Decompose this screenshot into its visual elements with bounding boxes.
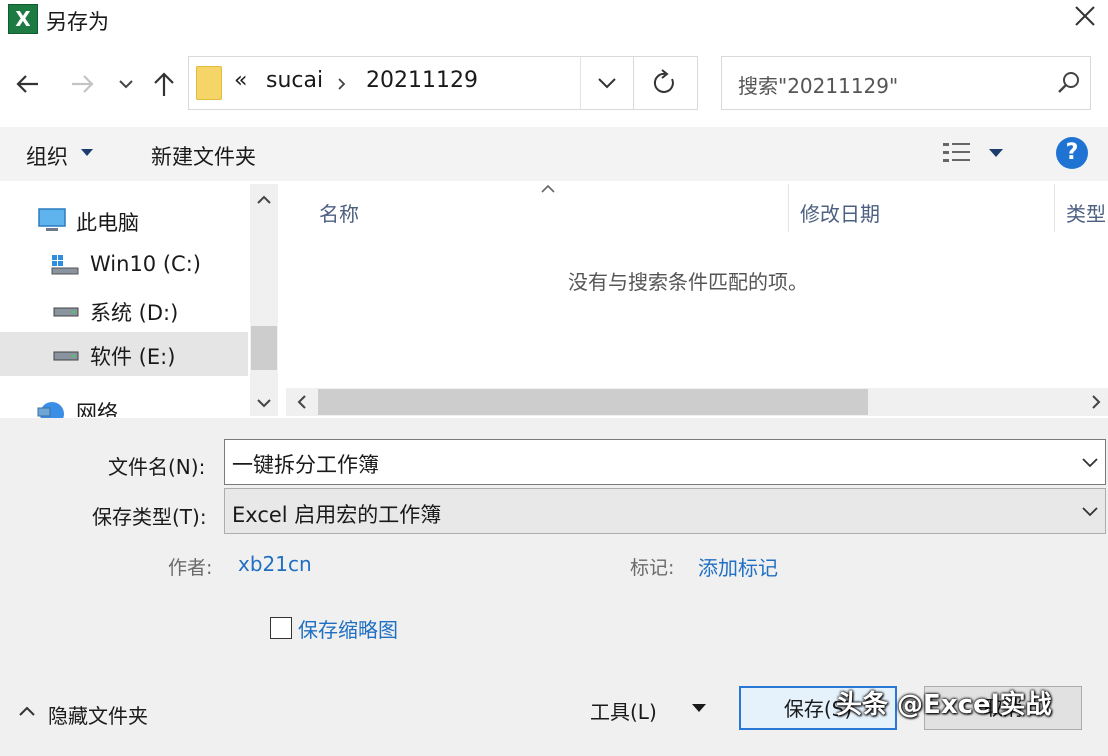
- chevron-right-icon: [1092, 395, 1101, 409]
- navigation-pane-scrollbar[interactable]: [250, 184, 278, 416]
- drive-icon: [52, 346, 80, 364]
- close-icon: [1075, 6, 1095, 26]
- scroll-down-button[interactable]: [254, 393, 274, 413]
- hide-folders-button[interactable]: 隐藏文件夹: [48, 700, 148, 729]
- close-button[interactable]: [1062, 0, 1108, 36]
- column-separator[interactable]: [788, 184, 789, 232]
- chevron-up-icon: [541, 184, 555, 193]
- window-title: 另存为: [46, 10, 109, 34]
- arrow-right-icon: [72, 75, 94, 93]
- tree-item-this-pc[interactable]: 此电脑: [76, 207, 139, 237]
- up-button[interactable]: [148, 66, 180, 102]
- tree-item-network[interactable]: 网络: [76, 397, 118, 417]
- title-bar: [0, 0, 1108, 40]
- hide-folders-toggle[interactable]: [16, 702, 38, 720]
- tools-dropdown-arrow[interactable]: [688, 700, 710, 716]
- excel-app-icon: X: [8, 4, 38, 34]
- navigation-scroll-thumb[interactable]: [251, 326, 277, 370]
- help-button[interactable]: ?: [1056, 137, 1088, 169]
- scroll-left-button[interactable]: [292, 392, 312, 412]
- chevron-up-icon: [19, 706, 35, 716]
- chevron-down-icon: [257, 399, 271, 408]
- search-icon[interactable]: [1052, 66, 1086, 100]
- organize-dropdown-arrow[interactable]: [78, 146, 96, 160]
- filetype-dropdown-button[interactable]: [1078, 499, 1102, 523]
- chevron-up-icon: [257, 195, 271, 204]
- arrow-up-icon: [154, 72, 174, 96]
- column-header-name[interactable]: 名称: [319, 198, 359, 227]
- filename-label: 文件名(N):: [108, 455, 206, 479]
- sort-ascending-indicator: [538, 182, 558, 196]
- filetype-value[interactable]: Excel 启用宏的工作簿: [232, 499, 441, 529]
- chevron-down-icon: [119, 80, 133, 89]
- author-label: 作者:: [168, 557, 213, 579]
- filetype-label: 保存类型(T):: [92, 505, 207, 529]
- chevron-left-icon: [297, 395, 306, 409]
- chevron-down-icon: [598, 78, 616, 89]
- chevron-down-icon: [1082, 507, 1098, 517]
- new-folder-button[interactable]: 新建文件夹: [151, 141, 256, 171]
- organize-menu[interactable]: 组织: [26, 141, 68, 171]
- tree-item-drive-c[interactable]: Win10 (C:): [90, 252, 201, 276]
- column-header-type[interactable]: 类型: [1066, 198, 1108, 227]
- caret-down-icon: [692, 704, 706, 712]
- filename-value[interactable]: 一键拆分工作簿: [232, 449, 379, 479]
- address-dropdown-button[interactable]: [580, 56, 634, 110]
- save-thumbnail-label[interactable]: 保存缩略图: [298, 614, 398, 643]
- windows-drive-icon: [50, 253, 80, 277]
- recent-locations-button[interactable]: [114, 72, 138, 96]
- chevron-down-icon: [1082, 458, 1098, 468]
- chevron-right-icon: [338, 78, 346, 90]
- breadcrumb-20211129[interactable]: 20211129: [366, 68, 478, 93]
- filename-dropdown-button[interactable]: [1078, 450, 1102, 474]
- breadcrumb-sucai[interactable]: sucai: [266, 68, 323, 93]
- tags-label: 标记:: [630, 557, 675, 579]
- column-separator[interactable]: [1054, 184, 1055, 232]
- empty-results-message: 没有与搜索条件匹配的项。: [568, 270, 808, 294]
- details-view-icon: [943, 143, 970, 162]
- author-value[interactable]: xb21cn: [238, 552, 312, 576]
- back-button[interactable]: [12, 68, 44, 100]
- search-input[interactable]: 搜索"20211129": [738, 70, 898, 99]
- drive-icon: [52, 302, 80, 320]
- caret-down-icon: [989, 149, 1003, 157]
- network-icon: [34, 396, 68, 418]
- breadcrumb-separator: [334, 72, 350, 96]
- view-options-button[interactable]: [940, 140, 974, 166]
- scroll-up-button[interactable]: [254, 190, 274, 210]
- folder-icon: [196, 66, 222, 100]
- caret-down-icon: [81, 149, 93, 156]
- watermark-text: 头条 @Excel实战: [836, 690, 1052, 720]
- tree-item-drive-d[interactable]: 系统 (D:): [90, 297, 178, 327]
- refresh-button[interactable]: [634, 56, 698, 110]
- tools-menu[interactable]: 工具(L): [590, 696, 657, 725]
- tree-item-drive-e[interactable]: 软件 (E:): [90, 341, 175, 371]
- breadcrumb-overflow[interactable]: «: [234, 68, 247, 93]
- forward-button[interactable]: [66, 68, 98, 100]
- save-thumbnail-checkbox[interactable]: [270, 617, 292, 639]
- scroll-right-button[interactable]: [1086, 392, 1106, 412]
- add-tags-link[interactable]: 添加标记: [698, 552, 778, 581]
- computer-icon: [36, 206, 68, 234]
- view-dropdown-arrow[interactable]: [986, 146, 1006, 160]
- arrow-left-icon: [16, 75, 38, 93]
- refresh-icon: [653, 69, 674, 93]
- column-header-modified[interactable]: 修改日期: [800, 198, 880, 227]
- horizontal-scroll-thumb[interactable]: [318, 389, 868, 415]
